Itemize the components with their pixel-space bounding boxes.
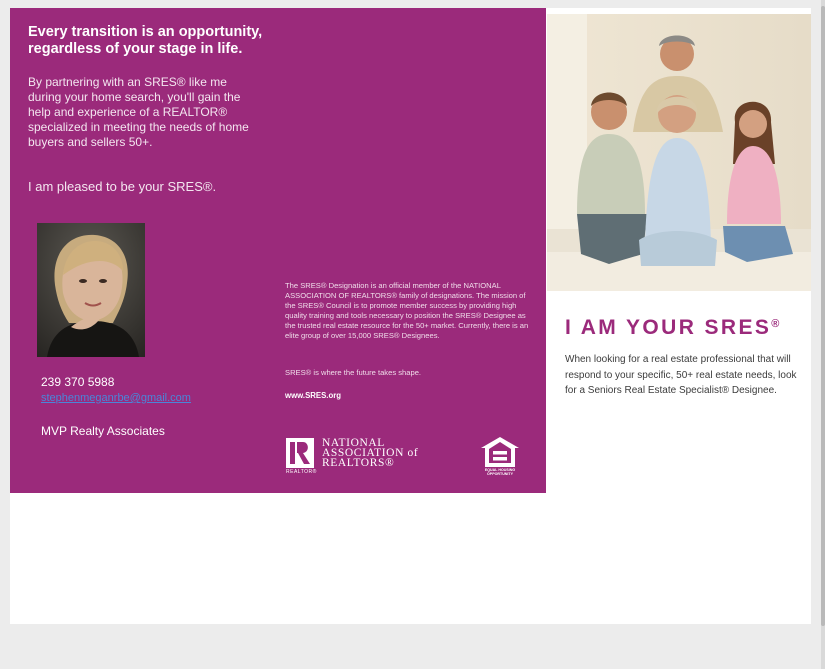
family-photo-image — [547, 14, 811, 291]
brochure-page: Every transition is an opportunity, rega… — [10, 8, 811, 624]
intro-paragraph: By partnering with an SRES® like me duri… — [28, 75, 249, 149]
vertical-scrollbar[interactable] — [821, 0, 825, 669]
agent-company: MVP Realty Associates — [41, 424, 165, 438]
tagline: SRES® is where the future takes shape. — [285, 368, 422, 377]
scrollbar-thumb[interactable] — [821, 6, 825, 626]
about-paragraph: The SRES® Designation is an official mem… — [285, 281, 529, 340]
agent-portrait-image — [37, 223, 145, 357]
realtor-mark: REALTOR® — [286, 469, 317, 475]
nar-line-3: REALTORS® — [322, 457, 395, 469]
agent-portrait — [37, 223, 145, 357]
sres-description: When looking for a real estate professio… — [565, 354, 797, 396]
nar-logo: REALTOR® NATIONAL ASSOCIATION of REALTOR… — [286, 437, 421, 476]
realtor-r-logo-icon — [286, 438, 314, 468]
document-viewer: Every transition is an opportunity, rega… — [0, 0, 825, 669]
agent-email-link[interactable]: stephenmeganrbe@gmail.com — [41, 392, 191, 404]
headline: Every transition is an opportunity, rega… — [28, 24, 263, 57]
main-heading: I AM YOUR SRES® — [565, 316, 779, 340]
pleased-statement: I am pleased to be your SRES®. — [28, 179, 217, 194]
website-link[interactable]: www.SRES.org — [285, 391, 341, 400]
purple-panel: Every transition is an opportunity, rega… — [10, 8, 546, 493]
agent-phone: 239 370 5988 — [41, 375, 115, 389]
equal-housing-caption: EQUAL HOUSING OPPORTUNITY — [484, 468, 516, 476]
family-photo — [547, 14, 811, 291]
nar-wordmark: NATIONAL ASSOCIATION of REALTORS® — [322, 437, 432, 469]
equal-housing-house-icon — [481, 437, 519, 467]
main-heading-mark: ® — [771, 318, 780, 330]
main-heading-text: I AM YOUR SRES — [565, 316, 772, 339]
equal-housing-logo: EQUAL HOUSING OPPORTUNITY — [480, 436, 520, 478]
